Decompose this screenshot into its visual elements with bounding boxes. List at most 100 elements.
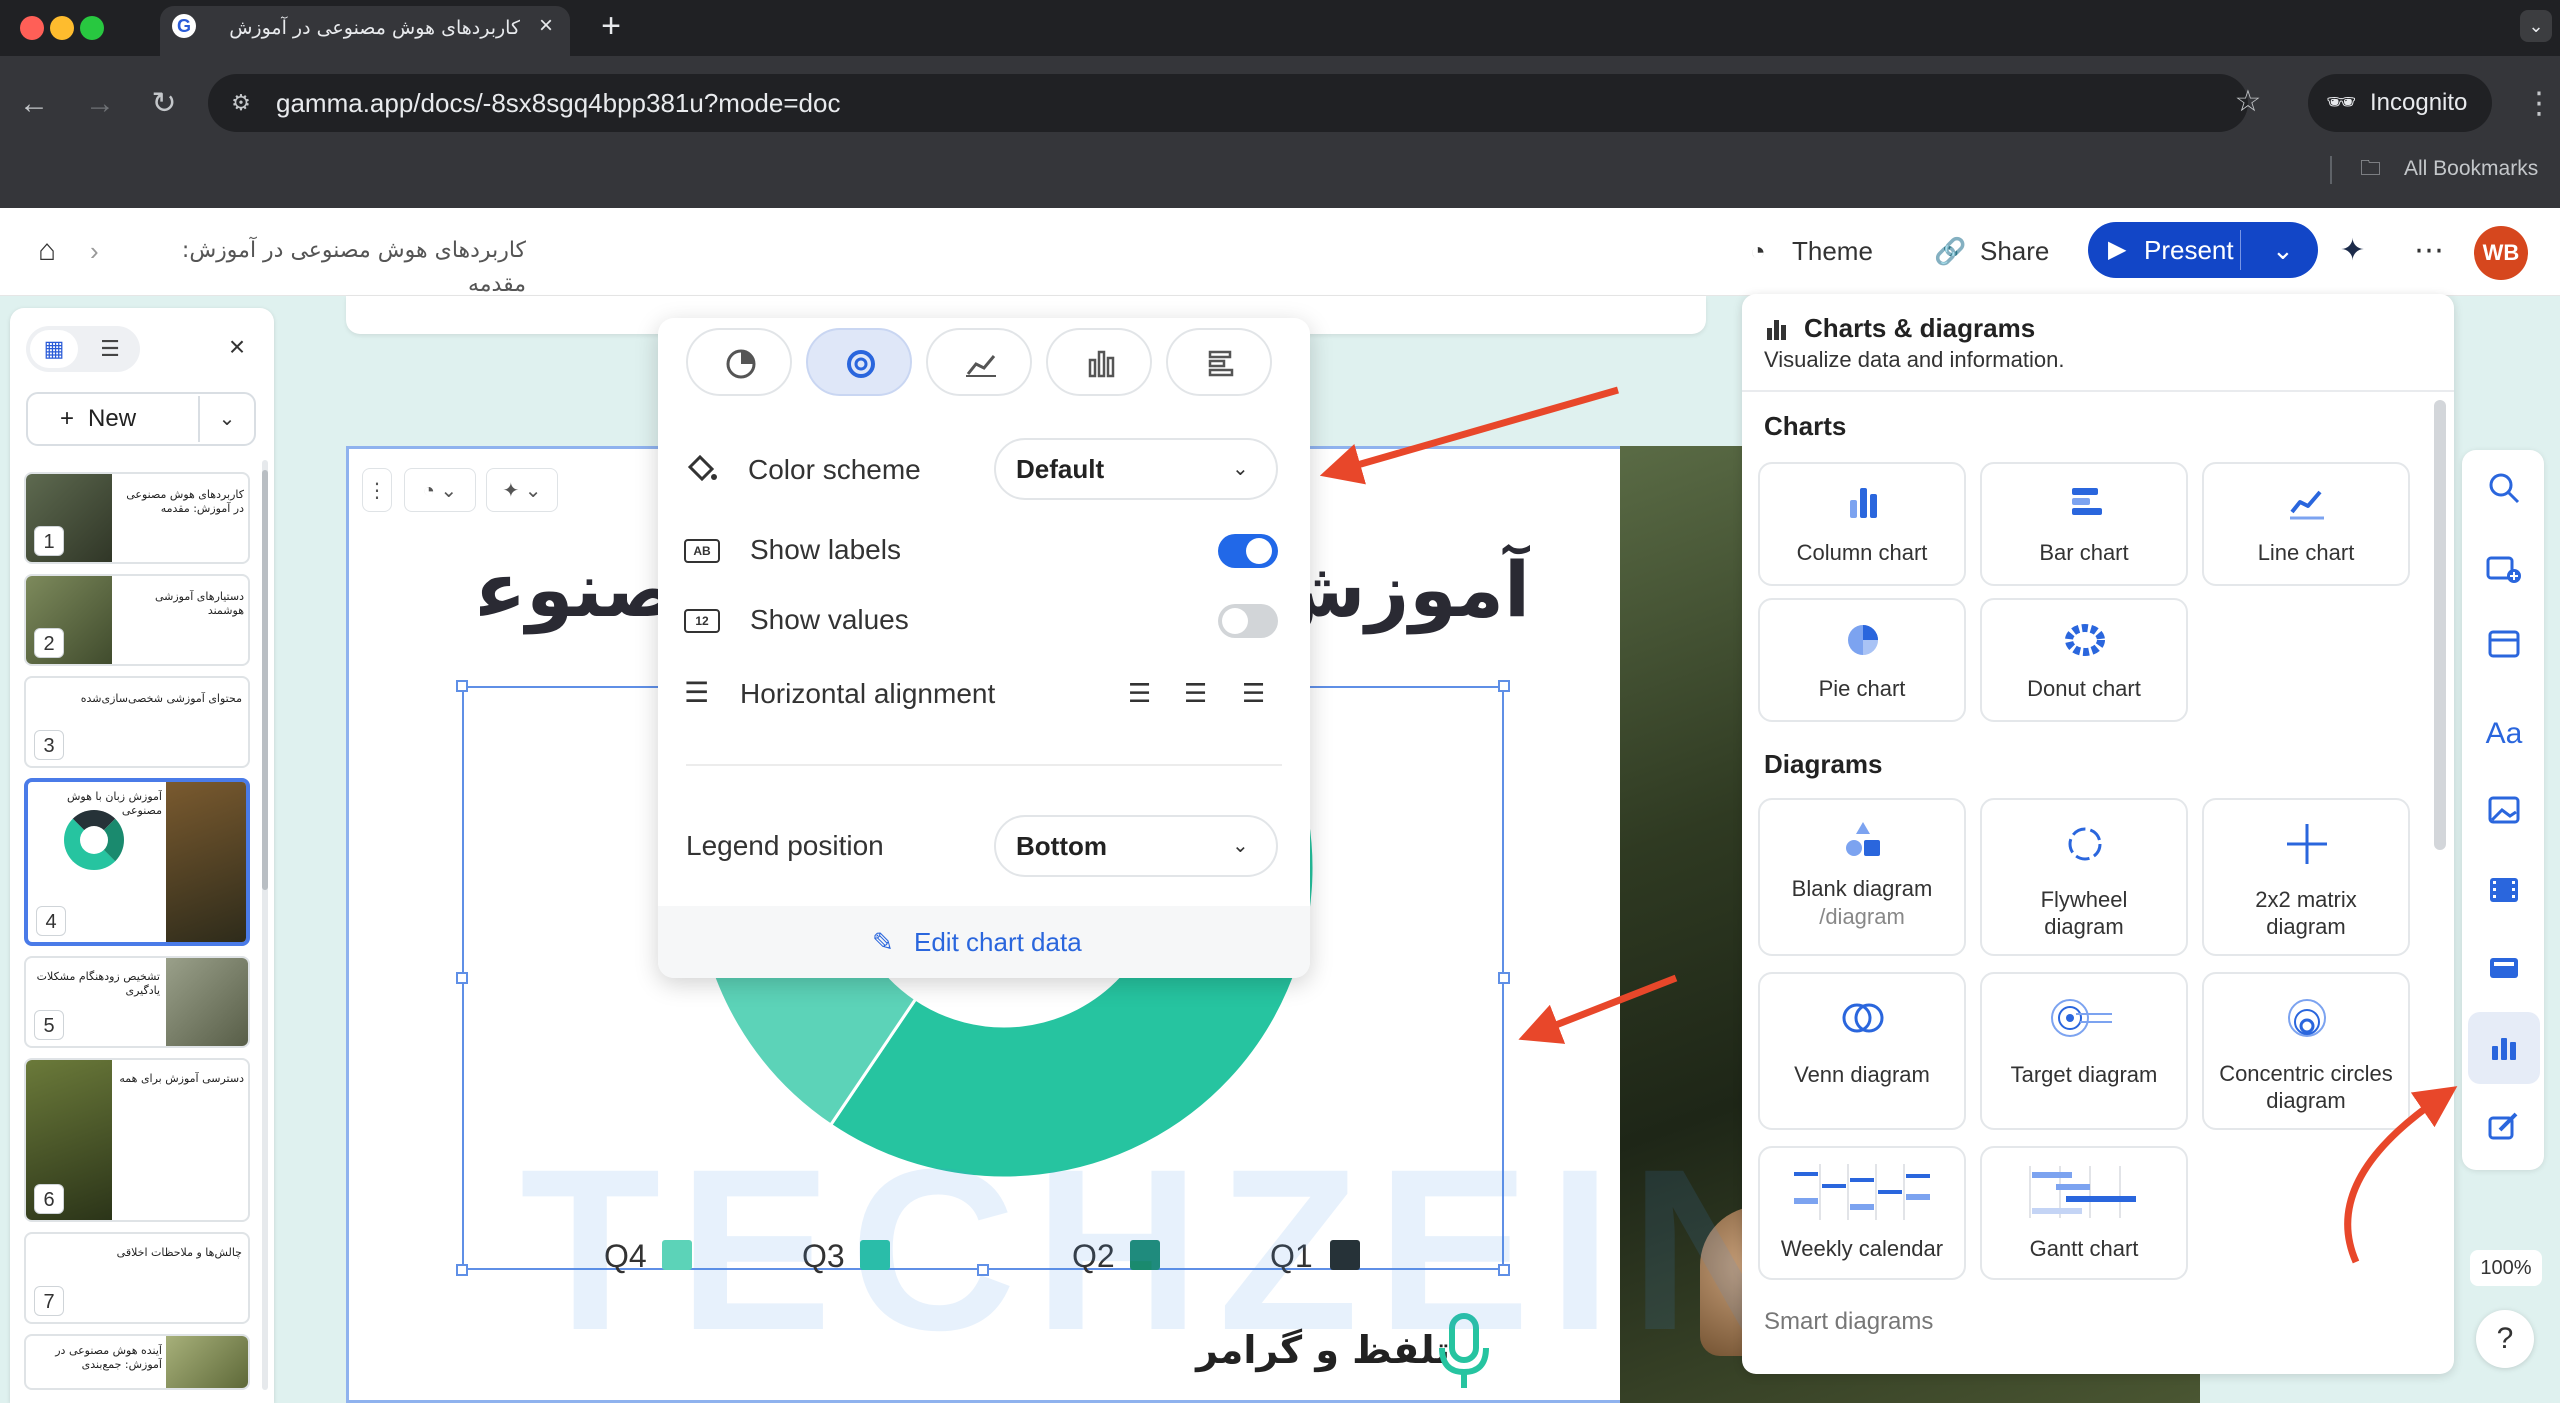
edit-chart-data-label: Edit chart data bbox=[914, 927, 1082, 957]
resize-handle[interactable] bbox=[1498, 972, 1510, 984]
tab-close-icon[interactable]: × bbox=[532, 12, 560, 40]
layout-icon[interactable] bbox=[2484, 624, 2524, 664]
card-style-button[interactable]: ◔ ⌄ bbox=[404, 468, 476, 512]
card-drag-handle-icon[interactable]: ⋮ bbox=[362, 468, 392, 512]
concentric-circles-tile[interactable]: Concentric circles diagram bbox=[2202, 972, 2410, 1130]
grid-view-icon[interactable]: ▦ bbox=[30, 330, 78, 368]
video-icon[interactable] bbox=[2484, 870, 2524, 910]
window-minimize-dot[interactable] bbox=[50, 16, 74, 40]
chart-settings-popup bbox=[658, 318, 1310, 978]
align-left-icon[interactable]: ☰ bbox=[1128, 676, 1156, 710]
chart-type-line-button[interactable] bbox=[926, 328, 1032, 396]
slide-thumbnail[interactable]: تشخیص زودهنگام مشکلات یادگیری 5 bbox=[24, 956, 250, 1048]
zoom-level[interactable]: 100% bbox=[2470, 1250, 2542, 1286]
site-settings-icon[interactable]: ⚙ bbox=[226, 88, 256, 118]
panel-scrollbar[interactable] bbox=[2434, 400, 2446, 850]
slide-number: 3 bbox=[34, 730, 64, 760]
browser-menu-icon[interactable]: ⋮ bbox=[2524, 84, 2554, 124]
resize-handle[interactable] bbox=[456, 1264, 468, 1276]
new-tab-icon[interactable]: + bbox=[596, 8, 626, 44]
incognito-icon: 🕶 bbox=[2326, 89, 2357, 116]
resize-handle[interactable] bbox=[456, 680, 468, 692]
present-split-divider bbox=[2240, 230, 2241, 270]
slide-thumbnail[interactable]: چالش‌ها و ملاحظات اخلاقی 7 bbox=[24, 1232, 250, 1324]
chart-type-bar-button[interactable] bbox=[1166, 328, 1272, 396]
forward-arrow-icon[interactable]: → bbox=[80, 84, 120, 124]
window-zoom-dot[interactable] bbox=[80, 16, 104, 40]
calendar-icon bbox=[1794, 1164, 1930, 1220]
smart-diagrams-heading: Smart diagrams bbox=[1764, 1308, 1934, 1335]
image-icon[interactable] bbox=[2484, 790, 2524, 830]
all-bookmarks-label: All Bookmarks bbox=[2404, 157, 2539, 180]
chart-type-column-button[interactable] bbox=[1046, 328, 1152, 396]
present-button[interactable]: ▶ Present ⌄ bbox=[2088, 222, 2318, 278]
resize-handle[interactable] bbox=[456, 972, 468, 984]
slide-thumbnail-selected[interactable]: آموزش زبان با هوش مصنوعی 4 bbox=[24, 778, 250, 946]
tile-shortcut: /diagram bbox=[1819, 904, 1905, 929]
breadcrumb[interactable]: کاربردهای هوش مصنوعی در آموزش: مقدمه bbox=[126, 234, 526, 297]
slide-thumbnail[interactable]: دستیارهای آموزشی هوشمند 2 bbox=[24, 574, 250, 666]
chart-type-donut-button[interactable] bbox=[806, 328, 912, 396]
text-style-icon[interactable]: Aa bbox=[2484, 714, 2524, 754]
list-view-icon[interactable]: ☰ bbox=[86, 330, 134, 368]
share-button[interactable]: 🔗 Share bbox=[1934, 230, 2064, 272]
column-chart-tile[interactable]: Column chart bbox=[1758, 462, 1966, 586]
resize-handle[interactable] bbox=[1498, 680, 1510, 692]
url-text[interactable]: gamma.app/docs/-8sx8sgq4bpp381u?mode=doc bbox=[276, 88, 1176, 118]
donut-chart-tile[interactable]: Donut chart bbox=[1980, 598, 2188, 722]
close-panel-icon[interactable]: × bbox=[222, 330, 252, 364]
bookmark-star-icon[interactable]: ☆ bbox=[2230, 84, 2266, 120]
matrix-diagram-tile[interactable]: 2x2 matrix diagram bbox=[2202, 798, 2410, 956]
align-right-icon[interactable]: ☰ bbox=[1242, 676, 1270, 710]
charts-panel-icon bbox=[1767, 320, 1786, 340]
help-button[interactable]: ? bbox=[2476, 1310, 2534, 1368]
home-icon[interactable]: ⌂ bbox=[30, 234, 64, 268]
palette-icon: ◔ bbox=[1750, 236, 1766, 266]
reload-icon[interactable]: ↻ bbox=[144, 84, 184, 124]
new-slide-label[interactable]: + New bbox=[60, 400, 180, 438]
slide-thumbnail[interactable]: آینده هوش مصنوعی در آموزش: جمع‌بندی bbox=[24, 1334, 250, 1390]
tile-label: Concentric circles diagram bbox=[2219, 1061, 2393, 1113]
thumb-title: دسترسی آموزش برای همه bbox=[119, 1072, 244, 1085]
target-diagram-tile[interactable]: Target diagram bbox=[1980, 972, 2188, 1130]
flywheel-diagram-tile[interactable]: Flywheel diagram bbox=[1980, 798, 2188, 956]
search-icon[interactable] bbox=[2484, 468, 2524, 508]
plus-icon: + bbox=[60, 405, 75, 432]
weekly-calendar-tile[interactable]: Weekly calendar bbox=[1758, 1146, 1966, 1280]
align-center-icon[interactable]: ☰ bbox=[1184, 676, 1212, 710]
new-options-chevron-icon[interactable]: ⌄ bbox=[210, 402, 244, 436]
card-ai-button[interactable]: ✦ ⌄ bbox=[486, 468, 558, 512]
tab-title[interactable]: کاربردهای هوش مصنوعی در آموزش bbox=[220, 15, 520, 41]
present-label: Present bbox=[2144, 235, 2234, 265]
charts-heading: Charts bbox=[1764, 411, 1847, 441]
slide-thumbnail[interactable]: محتوای آموزشی شخصی‌سازی‌شده 3 bbox=[24, 676, 250, 768]
blank-diagram-tile[interactable]: Blank diagram /diagram bbox=[1758, 798, 1966, 956]
window-close-dot[interactable] bbox=[20, 16, 44, 40]
panel-subtitle: Visualize data and information. bbox=[1764, 347, 2065, 372]
ai-sparkle-icon[interactable]: ✦ bbox=[2340, 230, 2380, 272]
chart-type-pie-button[interactable] bbox=[686, 328, 792, 396]
form-edit-icon[interactable] bbox=[2484, 1106, 2524, 1146]
venn-diagram-tile[interactable]: Venn diagram bbox=[1758, 972, 1966, 1130]
slides-scrollbar-thumb[interactable] bbox=[262, 470, 268, 890]
more-options-icon[interactable]: ⋯ bbox=[2414, 230, 2454, 272]
donut-chart-icon bbox=[2065, 624, 2105, 656]
add-card-icon[interactable] bbox=[2484, 548, 2524, 588]
popup-divider bbox=[686, 764, 1282, 766]
show-values-label: Show values bbox=[750, 604, 909, 635]
gantt-chart-tile[interactable]: Gantt chart bbox=[1980, 1146, 2188, 1280]
embed-icon[interactable] bbox=[2484, 948, 2524, 988]
slide-thumbnail[interactable]: دسترسی آموزش برای همه 6 bbox=[24, 1058, 250, 1222]
theme-button[interactable]: ◔ Theme bbox=[1750, 230, 1880, 272]
chart-icon[interactable] bbox=[2484, 1028, 2524, 1068]
all-bookmarks-button[interactable]: 🗀 All Bookmarks bbox=[2360, 154, 2560, 184]
slide-thumbnail[interactable]: کاربردهای هوش مصنوعی در آموزش: مقدمه 1 bbox=[24, 472, 250, 564]
present-options-chevron-icon[interactable]: ⌄ bbox=[2272, 222, 2294, 278]
avatar[interactable]: WB bbox=[2474, 226, 2528, 280]
line-chart-tile[interactable]: Line chart bbox=[2202, 462, 2410, 586]
tab-search-chevron-icon[interactable]: ⌄ bbox=[2520, 10, 2552, 42]
pie-chart-tile[interactable]: Pie chart bbox=[1758, 598, 1966, 722]
incognito-badge[interactable]: 🕶 Incognito bbox=[2308, 74, 2492, 132]
back-arrow-icon[interactable]: ← bbox=[14, 84, 54, 124]
bar-chart-tile[interactable]: Bar chart bbox=[1980, 462, 2188, 586]
